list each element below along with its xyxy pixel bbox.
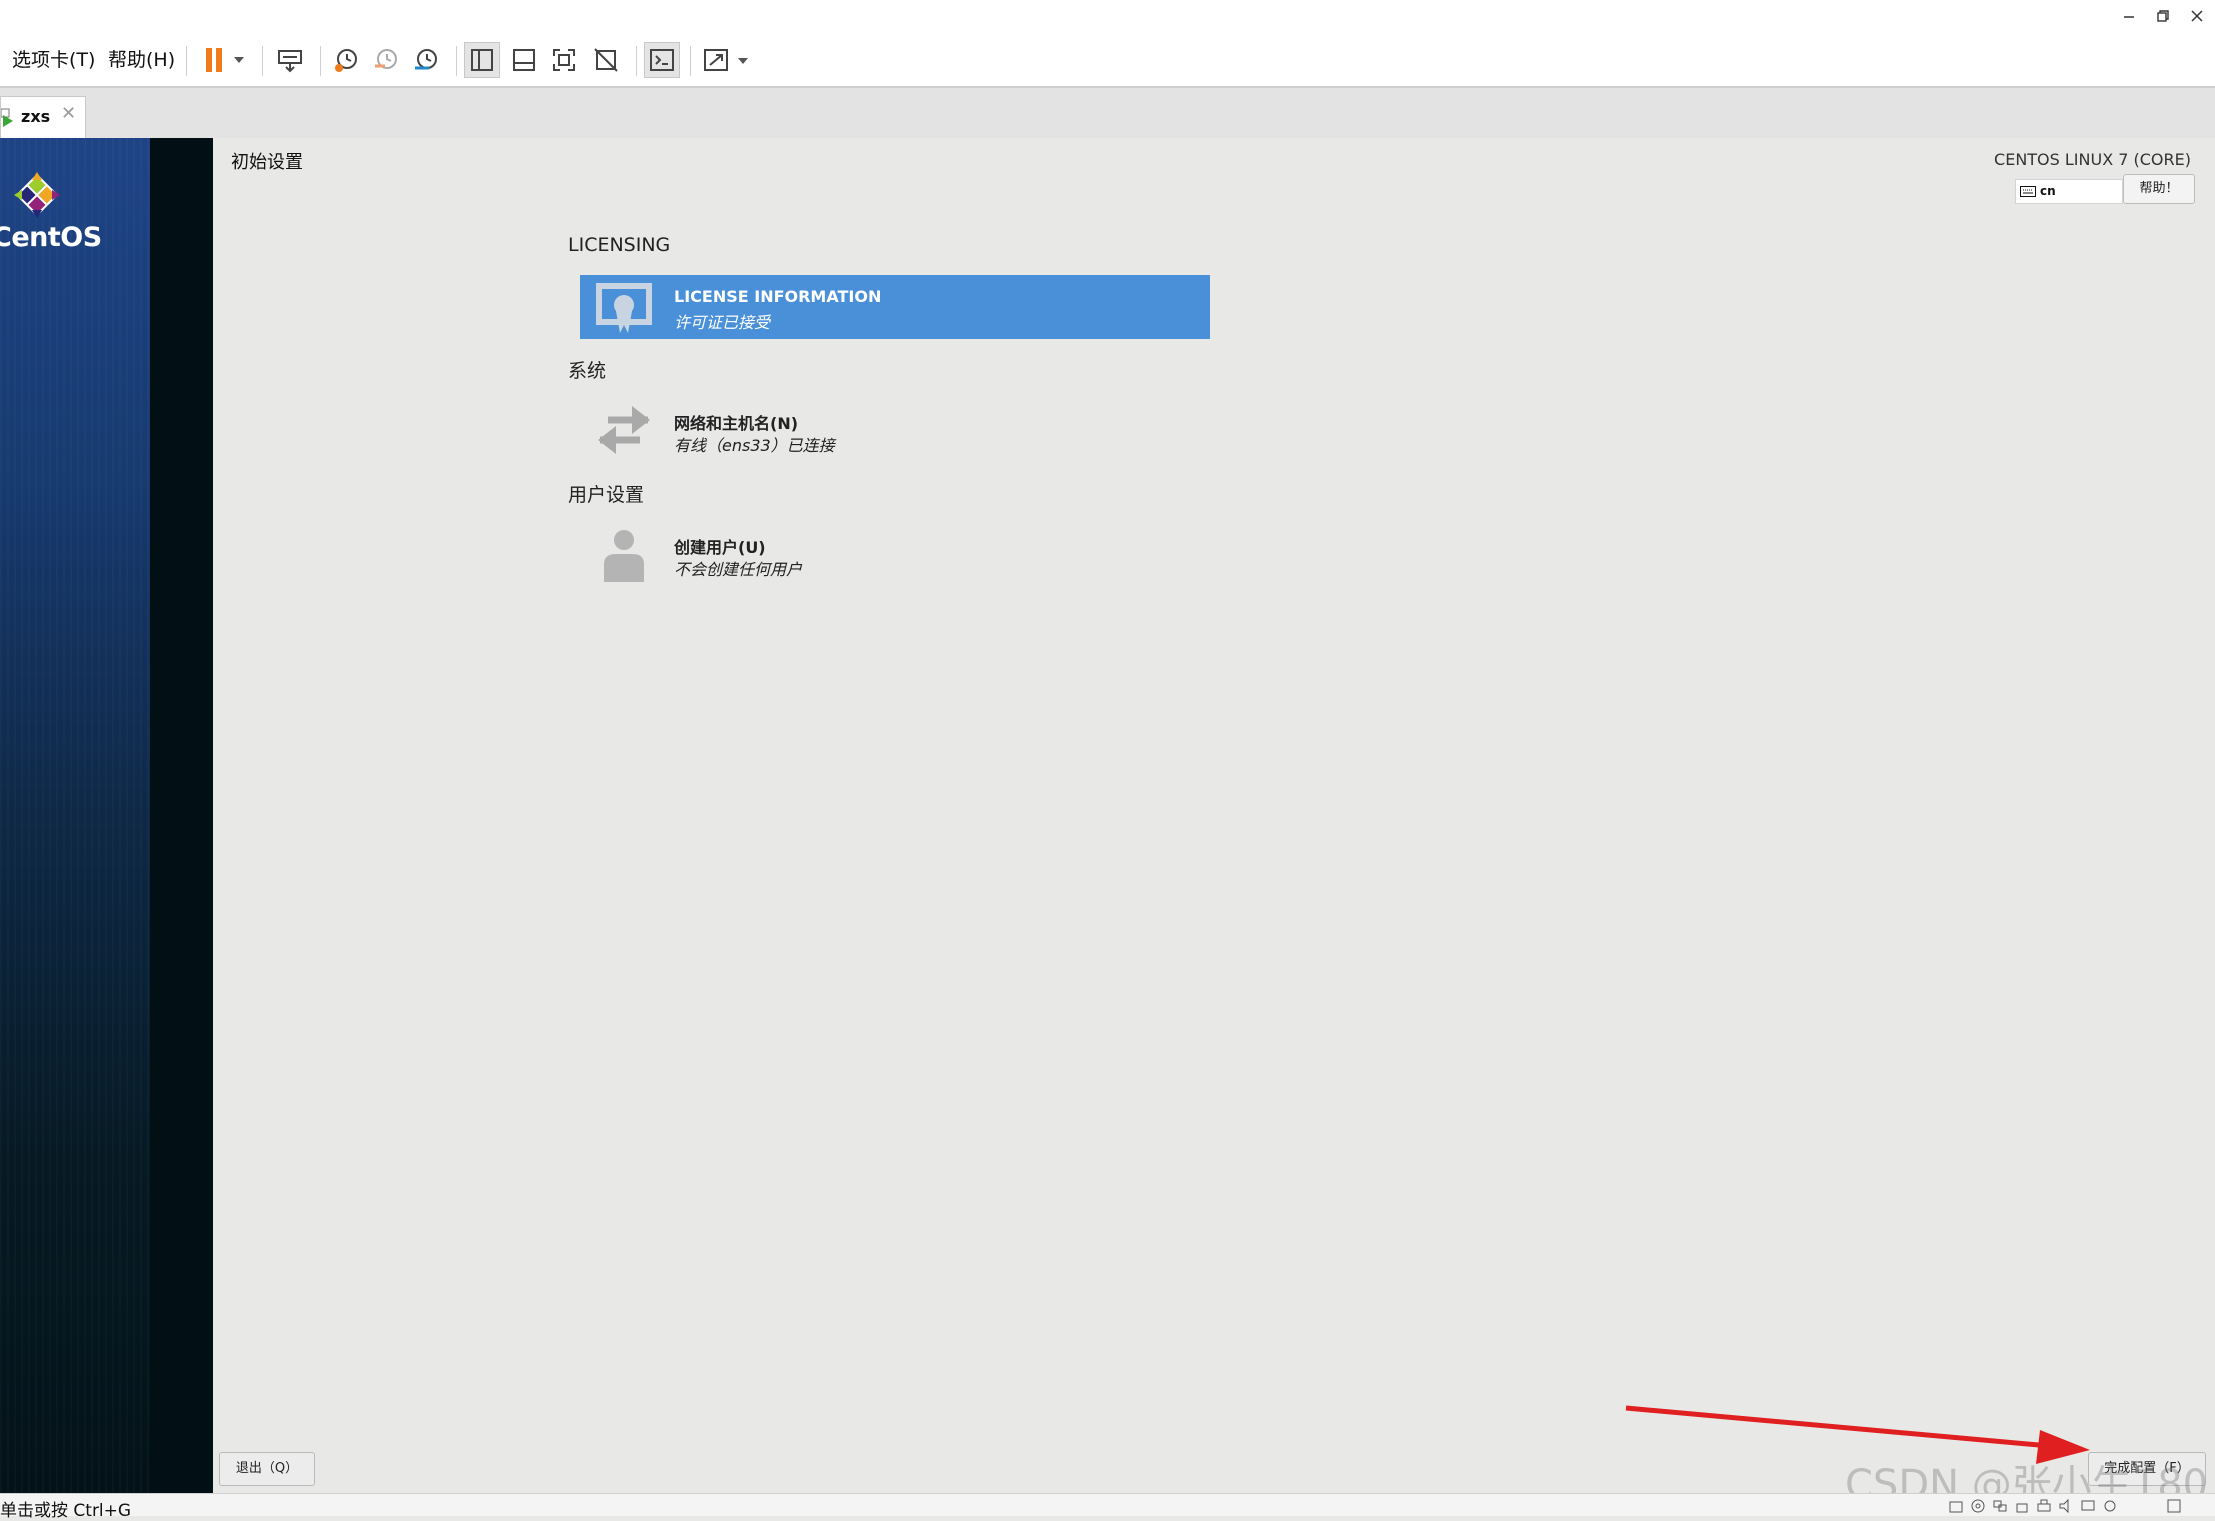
- vm-tab-bar: zxs ✕: [0, 88, 2215, 138]
- tab-label: zxs: [21, 107, 51, 126]
- snapshot-icon: [335, 49, 357, 72]
- keyboard-send-icon: [278, 50, 302, 73]
- spoke-create-user[interactable]: 创建用户(U) 不会创建任何用户: [580, 522, 1210, 586]
- toolbar-separator: [320, 46, 321, 76]
- section-user-settings: 用户设置: [568, 484, 645, 506]
- network-adapter-icon[interactable]: [1992, 1498, 2008, 1514]
- user-icon: [604, 530, 644, 582]
- toolbar-separator: [690, 46, 691, 76]
- close-window-button[interactable]: [2182, 4, 2212, 28]
- revert-snapshot-button[interactable]: [368, 42, 404, 78]
- display-icon[interactable]: [2080, 1498, 2096, 1514]
- spoke-name: 网络和主机名(N): [674, 414, 799, 433]
- spoke-status: 不会创建任何用户: [674, 560, 803, 579]
- revert-snapshot-icon: [375, 49, 397, 69]
- cd-rom-icon[interactable]: [1970, 1498, 1986, 1514]
- centos-brand-text: CentOS: [0, 222, 102, 253]
- toolbar-separator: [262, 46, 263, 76]
- section-system: 系统: [568, 360, 607, 382]
- centos-logo-icon: [14, 172, 60, 218]
- show-library-button[interactable]: [464, 42, 500, 78]
- snapshot-manager-icon: [415, 49, 437, 70]
- section-licensing: LICENSING: [568, 234, 671, 256]
- hard-disk-icon[interactable]: [1948, 1498, 1964, 1514]
- certificate-icon: [596, 283, 652, 333]
- menu-tabs[interactable]: 选项卡(T): [12, 44, 95, 76]
- status-hint: 单击或按 Ctrl+G: [0, 1501, 132, 1521]
- devices-icon[interactable]: [2102, 1498, 2118, 1514]
- page-title: 初始设置: [231, 152, 303, 173]
- fullscreen-icon: [553, 49, 575, 71]
- toolbar-separator: [636, 46, 637, 76]
- spoke-name: LICENSE INFORMATION: [674, 287, 882, 306]
- printer-icon[interactable]: [2036, 1498, 2052, 1514]
- menu-help[interactable]: 帮助(H): [108, 44, 175, 76]
- toolbar-separator: [456, 46, 457, 76]
- sidebar-texture: [0, 138, 150, 1493]
- snapshot-button[interactable]: [328, 42, 364, 78]
- unity-mode-button[interactable]: [588, 42, 624, 78]
- full-screen-button[interactable]: [546, 42, 582, 78]
- status-bar: 单击或按 Ctrl+G: [0, 1493, 2215, 1521]
- minimize-icon: [2124, 16, 2134, 18]
- tab-zxs[interactable]: zxs ✕: [0, 96, 86, 138]
- initial-setup-hub: [213, 138, 2215, 1493]
- thumbnail-bar-button[interactable]: [506, 42, 542, 78]
- spoke-license-information[interactable]: LICENSE INFORMATION 许可证已接受: [580, 275, 1210, 339]
- spoke-status: 有线（ens33）已连接: [674, 436, 835, 455]
- console-view-button[interactable]: [644, 42, 680, 78]
- os-name-label: CENTOS LINUX 7 (CORE): [1994, 150, 2191, 169]
- close-icon: [2191, 10, 2203, 22]
- close-tab-icon[interactable]: ✕: [61, 103, 76, 124]
- terminal-icon: [650, 49, 674, 71]
- keyboard-layout-value: cn: [2040, 184, 2056, 198]
- window-title-bar: [0, 0, 2215, 34]
- sidebar-layout-icon: [471, 49, 493, 71]
- spoke-name: 创建用户(U): [674, 538, 766, 557]
- usb-device-icon[interactable]: [2014, 1498, 2030, 1514]
- stretch-guest-button[interactable]: [700, 42, 756, 78]
- toolbar: 选项卡(T) 帮助(H): [0, 34, 2215, 88]
- unity-disabled-icon: [594, 48, 618, 72]
- quit-button[interactable]: 退出（Q）: [219, 1452, 315, 1486]
- keyboard-icon: [2020, 186, 2036, 197]
- bottom-panel-icon: [513, 49, 535, 71]
- anaconda-sidebar: CentOS: [0, 138, 213, 1493]
- vm-running-icon: [1, 108, 13, 127]
- sound-card-icon[interactable]: [2058, 1498, 2074, 1514]
- snapshot-manager-button[interactable]: [408, 42, 444, 78]
- pause-button[interactable]: [198, 42, 252, 78]
- restore-button[interactable]: [2148, 4, 2178, 28]
- vm-display[interactable]: CentOS: [0, 138, 2215, 1493]
- message-log-icon[interactable]: [2166, 1498, 2182, 1514]
- help-button[interactable]: 帮助！: [2123, 174, 2195, 204]
- minimize-button[interactable]: [2114, 4, 2144, 28]
- pause-icon: [206, 48, 244, 72]
- restore-icon: [2157, 10, 2169, 22]
- spoke-network-hostname[interactable]: 网络和主机名(N) 有线（ens33）已连接: [580, 398, 1210, 462]
- stretch-icon: [704, 49, 748, 71]
- spoke-status: 许可证已接受: [674, 313, 771, 332]
- network-arrows-icon: [598, 406, 650, 454]
- keyboard-layout-indicator[interactable]: cn: [2015, 179, 2123, 204]
- toolbar-separator: [186, 46, 187, 76]
- send-ctrl-alt-del-button[interactable]: [272, 42, 308, 78]
